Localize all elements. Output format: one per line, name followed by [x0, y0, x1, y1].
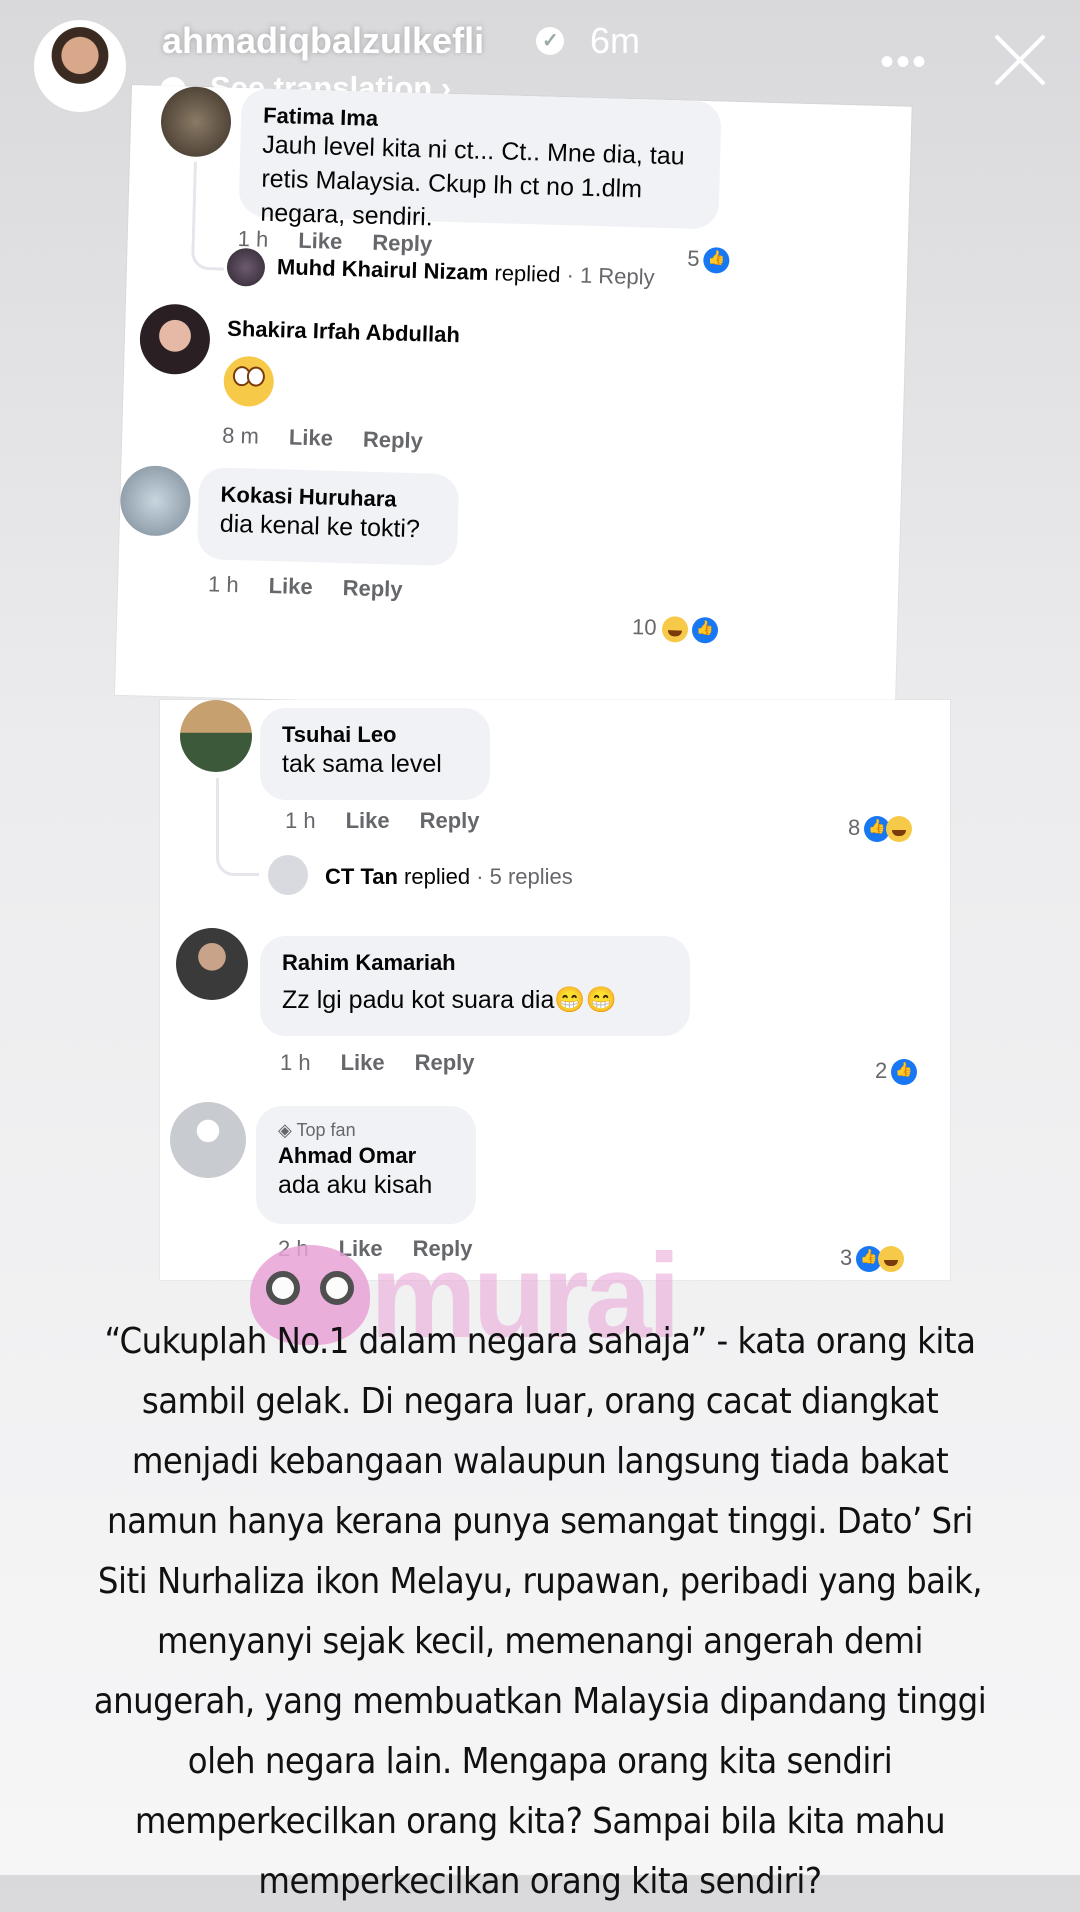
commenter-name: Shakira Irfah Abdullah — [226, 315, 461, 348]
comment-text: Zz lgi padu kot suara dia😁😁 — [282, 986, 617, 1014]
comment-time: 2 h — [278, 1236, 309, 1261]
comment-text: dia kenal ke tokti? — [219, 509, 421, 544]
comment-bubble: ◈ Top fan Ahmad Omar ada aku kisah — [256, 1106, 476, 1224]
commenter-name: Ahmad Omar — [278, 1143, 417, 1168]
reaction-number: 10 — [631, 614, 657, 640]
avatar — [170, 1102, 246, 1178]
replied-label: replied — [397, 864, 471, 889]
username[interactable]: ahmadiqbalzulkefli — [162, 20, 484, 62]
reply-link[interactable]: Reply — [363, 427, 424, 454]
avatar — [226, 247, 266, 287]
thread-line — [190, 161, 227, 271]
comment-actions: 1 h Like Reply — [208, 571, 433, 603]
emoji-reaction-comment — [223, 355, 275, 412]
commenter-name: Tsuhai Leo — [282, 722, 397, 747]
replied-label: replied — [488, 260, 561, 288]
comment-bubble: Kokasi Huruhara dia kenal ke tokti? — [196, 467, 460, 567]
comment-screenshot-2: Tsuhai Leo tak sama level 1 h Like Reply 8… — [160, 700, 950, 1280]
comment-actions: 1 h Like Reply — [285, 808, 510, 834]
avatar — [160, 85, 232, 158]
comment-actions: 1 h Like Reply — [237, 226, 462, 258]
reply-summary[interactable]: Muhd Khairul Nizam replied · 1 Reply — [277, 254, 655, 291]
comment-screenshot-1: Fatima Ima Jauh level kita ni ct... Ct..… — [114, 85, 912, 717]
avatar — [268, 855, 308, 895]
close-icon[interactable] — [990, 30, 1050, 90]
like-link[interactable]: Like — [289, 425, 334, 451]
avatar[interactable] — [34, 20, 126, 112]
reply-summary[interactable]: CT Tan replied · 5 replies — [325, 864, 573, 890]
top-fan-label: Top fan — [296, 1120, 356, 1140]
reply-link[interactable]: Reply — [342, 575, 403, 602]
reaction-number: 8 — [848, 815, 861, 840]
comment-actions: 1 h Like Reply — [280, 1050, 505, 1076]
like-link[interactable]: Like — [341, 1050, 385, 1075]
comment-time: 8 m — [221, 422, 260, 449]
replier-name: CT Tan — [325, 864, 398, 889]
reaction-number: 3 — [840, 1245, 853, 1270]
reply-link[interactable]: Reply — [413, 1236, 473, 1261]
reply-link[interactable]: Reply — [415, 1050, 475, 1075]
comment-time: 1 h — [280, 1050, 311, 1075]
care-reaction-icon — [878, 1246, 905, 1273]
commenter-name: Rahim Kamariah — [282, 950, 456, 975]
reaction-count: 5 — [687, 246, 730, 274]
like-link[interactable]: Like — [268, 573, 313, 599]
like-reaction-icon — [891, 1059, 918, 1086]
like-link[interactable]: Like — [339, 1236, 383, 1261]
more-options-button[interactable]: ••• — [880, 40, 928, 85]
haha-reaction-icon — [662, 616, 689, 643]
reply-link[interactable]: Reply — [372, 230, 433, 257]
comment-bubble: Rahim Kamariah Zz lgi padu kot suara dia… — [260, 936, 690, 1036]
like-link[interactable]: Like — [298, 228, 343, 254]
story-caption: “Cukuplah No.1 dalam negara sahaja” - ka… — [93, 1321, 987, 1902]
avatar — [119, 464, 192, 537]
top-fan-badge: ◈ Top fan — [278, 1120, 356, 1140]
reaction-count: 8 — [848, 815, 913, 843]
comment-text: tak sama level — [282, 750, 442, 778]
like-reaction-icon — [703, 247, 730, 274]
comment-text: Jauh level kita ni ct... Ct.. Mne dia, t… — [260, 130, 686, 231]
haha-reaction-icon — [886, 816, 913, 843]
avatar — [180, 700, 252, 772]
like-reaction-icon — [692, 617, 719, 644]
reaction-count: 3 — [840, 1245, 905, 1273]
reply-link[interactable]: Reply — [420, 808, 480, 833]
comment-text: ada aku kisah — [278, 1171, 433, 1199]
comment-time: 1 h — [285, 808, 316, 833]
reaction-number: 2 — [875, 1058, 888, 1083]
comment-bubble: Tsuhai Leo tak sama level — [260, 708, 490, 800]
thread-line — [216, 778, 259, 876]
comment-actions: 2 h Like Reply — [278, 1236, 503, 1262]
eye-roll-emoji-icon — [223, 355, 275, 408]
replier-name: Muhd Khairul Nizam — [276, 254, 489, 286]
comment-bubble: Fatima Ima Jauh level kita ni ct... Ct..… — [238, 88, 722, 231]
post-time: 6m — [590, 20, 641, 61]
reaction-count: 10 — [632, 614, 719, 644]
avatar — [138, 303, 211, 376]
like-link[interactable]: Like — [346, 808, 390, 833]
reaction-number: 5 — [687, 245, 700, 271]
reaction-count: 2 — [875, 1058, 918, 1086]
verified-badge-icon — [536, 27, 564, 55]
reply-count: · 5 replies — [470, 864, 573, 889]
comment-actions: 8 m Like Reply — [222, 423, 453, 455]
reply-count: · 1 Reply — [560, 262, 655, 290]
avatar — [176, 928, 248, 1000]
comment-time: 1 h — [207, 571, 240, 598]
